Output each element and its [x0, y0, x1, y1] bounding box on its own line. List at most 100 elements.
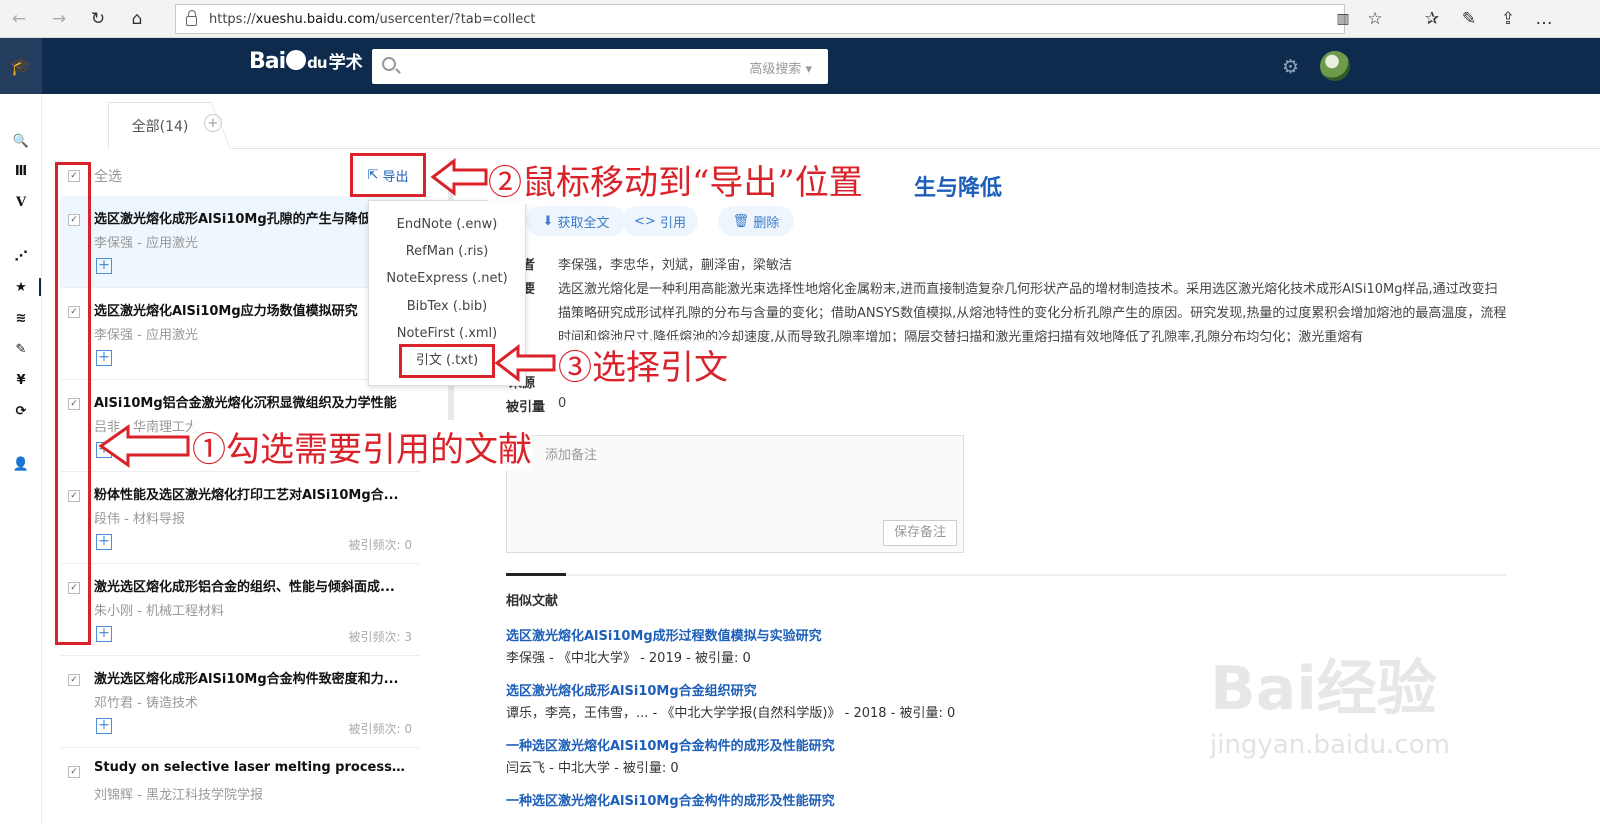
address-bar[interactable]: https://xueshu.baidu.com/usercenter/?tab… [175, 4, 1345, 34]
pen-icon[interactable]: ✎ [1458, 8, 1480, 30]
cited-label: 被引量 [506, 400, 546, 415]
similar-link[interactable]: 一种选区激光熔化AlSi10Mg合金构件的成形及性能研究 [506, 735, 835, 754]
export-option-endnote[interactable]: EndNote (.enw) [369, 212, 525, 238]
item-meta: 李保强 - 应用激光 [94, 236, 198, 251]
arrow-left-icon [98, 424, 190, 468]
list-item[interactable]: ✓ 选区激光熔化AlSi10Mg应力场数值模拟研究 李保强 - 应用激光 + 被… [60, 288, 420, 380]
tab-bar: 全部(14) + [42, 94, 1600, 150]
export-icon: ⇱ [367, 167, 379, 183]
similar-link[interactable]: 选区激光熔化成形AlSi10Mg合金组织研究 [506, 680, 757, 699]
scholar-cap-icon[interactable]: 🎓 [0, 38, 42, 94]
item-meta: 段伟 - 材料导报 [94, 512, 185, 527]
paw-icon [286, 50, 307, 70]
arrow-left-icon [494, 344, 556, 382]
cite-button[interactable]: <> 引用 [622, 206, 698, 236]
annotation-step3: ③选择引文 [558, 340, 728, 389]
avatar[interactable] [1320, 51, 1350, 81]
home-icon[interactable]: ⌂ [126, 8, 148, 30]
search-icon[interactable]: 🔍 [12, 132, 30, 150]
item-checkbox[interactable]: ✓ [68, 674, 80, 686]
section-divider [506, 573, 1506, 576]
sync-icon[interactable]: ⟳ [12, 402, 30, 420]
library-icon[interactable]: Ⅲ [12, 162, 30, 180]
similar-meta: 闫云飞 - 中北大学 - 被引量: 0 [506, 761, 679, 776]
detail-title[interactable]: 生与降低 [914, 170, 1002, 202]
item-title[interactable]: 激光选区熔化成形AlSi10Mg合金构件致密度和力... [94, 668, 409, 687]
abstract-text: 选区激光熔化是一种利用高能激光束选择性地熔化金属粉末,进而直接制造复杂几何形状产… [558, 282, 1507, 342]
list-item[interactable]: ✓ 激光选区熔化成形AlSi10Mg合金构件致密度和力... 邓竹君 - 铸造技… [60, 656, 420, 748]
similar-title: 相似文献 [506, 594, 559, 609]
item-title[interactable]: 选区激光熔化成形AlSi10Mg孔隙的产生与降低 [94, 208, 409, 227]
select-all-label: 全选 [94, 169, 122, 185]
add-icon[interactable]: + [96, 718, 112, 734]
star-icon[interactable]: ★ [12, 278, 41, 296]
authors-value: 李保强，李忠华，刘斌，蒯泽宙，梁敏洁 [558, 258, 793, 273]
add-tab-icon[interactable]: + [204, 114, 222, 132]
list-item[interactable]: ✓ 激光选区熔化成形铝合金的组织、性能与倾斜面成... 朱小刚 - 机械工程材料… [60, 564, 420, 656]
item-title[interactable]: 粉体性能及选区激光熔化打印工艺对AlSi10Mg合... [94, 484, 409, 503]
back-icon[interactable]: ← [8, 8, 30, 30]
add-icon[interactable]: + [96, 350, 112, 366]
layers-icon[interactable]: ≋ [12, 309, 30, 327]
share-icon[interactable]: ⇪ [1497, 8, 1519, 30]
item-meta: 朱小刚 - 机械工程材料 [94, 604, 224, 619]
watermark-url: jingyan.baidu.com [1210, 730, 1450, 760]
lock-icon [186, 10, 197, 26]
add-icon[interactable]: + [96, 626, 112, 642]
tab-all[interactable]: 全部(14) [108, 102, 231, 150]
item-meta: 刘锦辉 - 黑龙江科技学院学报 [94, 788, 263, 803]
url-text: https://xueshu.baidu.com/usercenter/?tab… [209, 11, 536, 27]
search-icon [382, 57, 396, 71]
yen-icon[interactable]: ¥ [12, 371, 30, 389]
list-item[interactable]: ✓ 选区激光熔化成形AlSi10Mg孔隙的产生与降低 李保强 - 应用激光 + … [60, 196, 420, 288]
item-title[interactable]: 激光选区熔化成形铝合金的组织、性能与倾斜面成... [94, 576, 409, 595]
get-fulltext-button[interactable]: ⬇ 获取全文 [526, 206, 626, 236]
similar-link[interactable]: 一种选区激光熔化AlSi10Mg合金构件的成形及性能研究 [506, 790, 835, 809]
item-meta: 邓竹君 - 铸造技术 [94, 696, 198, 711]
arrow-left-icon [430, 158, 488, 196]
save-note-button[interactable]: 保存备注 [883, 520, 957, 546]
add-icon[interactable]: + [96, 258, 112, 274]
item-title[interactable]: AlSi10Mg铝合金激光熔化沉积显微组织及力学性能 [94, 392, 409, 411]
advanced-search-link[interactable]: 高级搜索 ▾ [749, 58, 812, 77]
favorites-hub-icon[interactable]: ✰ [1421, 8, 1443, 30]
export-option-bibtex[interactable]: BibTex (.bib) [369, 294, 525, 320]
cited-value: 0 [558, 396, 567, 411]
refresh-icon[interactable]: ↻ [87, 8, 109, 30]
left-rail: 🔍 Ⅲ V ⋰ ★ ≋ ✎ ¥ ⟳ 👤 [0, 94, 42, 824]
forward-icon[interactable]: → [48, 8, 70, 30]
annotation-step1: ①勾选需要引用的文献 [192, 422, 532, 471]
list-item[interactable]: ✓ Study on selective laser melting proce… [60, 748, 420, 824]
item-cites: 被引频次: 0 [348, 538, 413, 552]
delete-button[interactable]: 🗑 删除 [718, 206, 794, 236]
item-checkbox[interactable]: ✓ [68, 766, 80, 778]
item-title[interactable]: Study on selective laser melting process… [94, 760, 409, 775]
annotation-step2: ②鼠标移动到“导出”位置 [488, 155, 863, 204]
checkbox-highlight-box [55, 162, 91, 645]
item-cites: 被引频次: 3 [348, 630, 413, 644]
reading-view-icon[interactable]: ▥ [1332, 8, 1354, 30]
item-meta: 李保强 - 应用激光 [94, 328, 198, 343]
baidu-jingyan-watermark: Bai经验 [1210, 654, 1437, 724]
baidu-xueshu-logo[interactable]: Bai du 学术 [249, 48, 363, 74]
add-icon[interactable]: + [96, 534, 112, 550]
more-icon[interactable]: … [1533, 8, 1555, 30]
note-placeholder: 添加备注 [545, 448, 598, 463]
favorite-star-icon[interactable]: ☆ [1364, 8, 1386, 30]
tab-divider [232, 148, 1600, 149]
gear-icon[interactable]: ⚙ [1282, 56, 1299, 78]
export-option-citation-txt[interactable]: 引文 (.txt) [399, 344, 495, 378]
edit-icon[interactable]: ✎ [12, 340, 30, 358]
user-icon[interactable]: 👤 [12, 455, 30, 473]
export-option-refman[interactable]: RefMan (.ris) [369, 239, 525, 265]
item-title[interactable]: 选区激光熔化AlSi10Mg应力场数值模拟研究 [94, 300, 409, 319]
item-cites: 被引频次: 0 [348, 722, 413, 736]
export-option-noteexpress[interactable]: NoteExpress (.net) [369, 266, 525, 292]
list-item[interactable]: ✓ 粉体性能及选区激光熔化打印工艺对AlSi10Mg合... 段伟 - 材料导报… [60, 472, 420, 564]
note-textarea[interactable]: 添加备注 保存备注 [506, 435, 964, 553]
rss-icon[interactable]: ⋰ [12, 247, 30, 265]
export-button[interactable]: ⇱ 导出 [350, 153, 426, 197]
v-icon[interactable]: V [12, 193, 30, 211]
similar-link[interactable]: 选区激光熔化AlSi10Mg成形过程数值模拟与实验研究 [506, 625, 822, 644]
search-box[interactable]: 高级搜索 ▾ [372, 49, 828, 84]
